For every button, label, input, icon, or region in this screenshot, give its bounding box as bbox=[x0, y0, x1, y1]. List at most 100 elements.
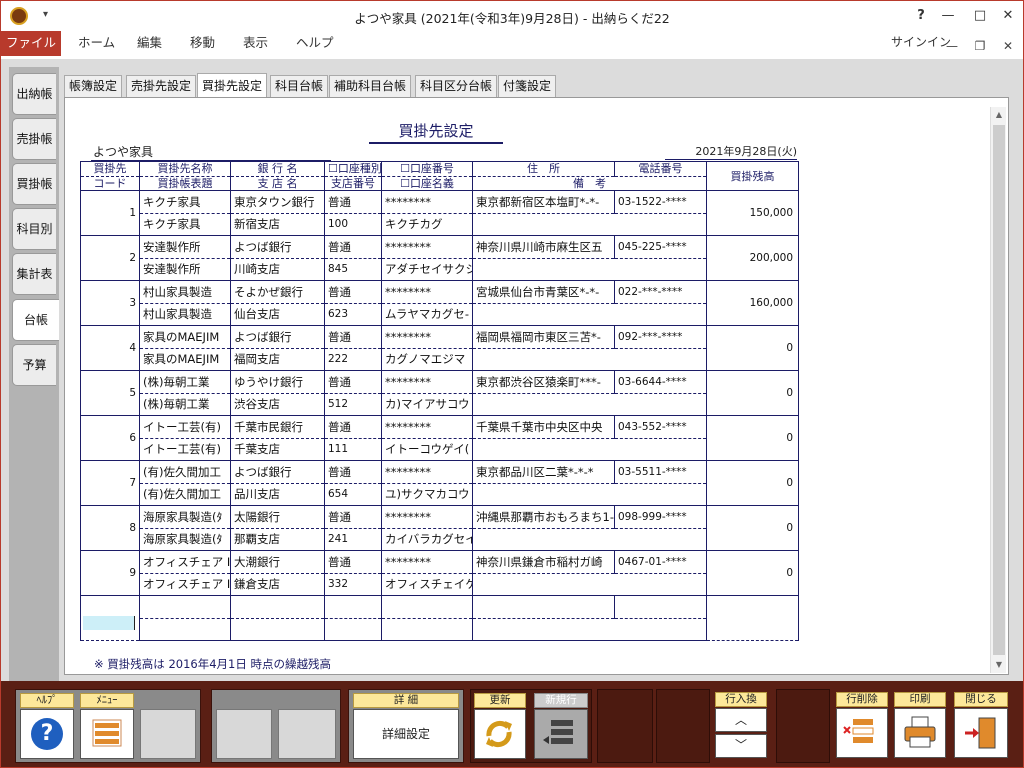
cell-bank[interactable]: 大潮銀行 bbox=[230, 550, 325, 574]
cell-name[interactable]: 安達製作所 bbox=[139, 235, 231, 259]
cell-account-number[interactable]: ******** bbox=[381, 325, 473, 349]
doc-restore-button[interactable]: ❐ bbox=[969, 37, 991, 55]
cell-account-number[interactable]: ******** bbox=[381, 505, 473, 529]
cell-branch-number[interactable]: 222 bbox=[324, 348, 382, 371]
cell-account-holder[interactable]: ユ)サクマカコウ bbox=[381, 483, 473, 506]
doc-close-button[interactable]: ✕ bbox=[997, 37, 1019, 55]
cell-account-holder[interactable]: キクチカグ bbox=[381, 213, 473, 236]
cell-tel[interactable]: 098-999-**** bbox=[614, 505, 707, 529]
cell-balance[interactable]: 0 bbox=[706, 370, 799, 416]
cell-branch-number[interactable]: 332 bbox=[324, 573, 382, 596]
cell-note[interactable] bbox=[472, 348, 707, 371]
cell-branch[interactable]: 福岡支店 bbox=[230, 348, 325, 371]
empty-cell[interactable] bbox=[381, 618, 473, 641]
cell-address[interactable]: 神奈川県川崎市麻生区五 bbox=[472, 235, 615, 259]
cell-balance[interactable]: 0 bbox=[706, 415, 799, 461]
cell-tel[interactable]: 0467-01-**** bbox=[614, 550, 707, 574]
cell-account-holder[interactable]: オフィスチェイケ bbox=[381, 573, 473, 596]
new-row-button[interactable] bbox=[534, 709, 588, 759]
cell-title[interactable]: 村山家具製造 bbox=[139, 303, 231, 326]
cell-code[interactable]: 6 bbox=[80, 415, 140, 461]
cell-title[interactable]: イトー工芸(有) bbox=[139, 438, 231, 461]
cell-note[interactable] bbox=[472, 303, 707, 326]
empty-cell[interactable] bbox=[230, 595, 325, 619]
cell-account-holder[interactable]: カイバラカグセイ bbox=[381, 528, 473, 551]
cell-title[interactable]: (株)毎朝工業 bbox=[139, 393, 231, 416]
cell-bank[interactable]: 太陽銀行 bbox=[230, 505, 325, 529]
cell-branch-number[interactable]: 623 bbox=[324, 303, 382, 326]
cell-account-type[interactable]: 普通 bbox=[324, 190, 382, 214]
cell-address[interactable]: 神奈川県鎌倉市稲村ガ崎 bbox=[472, 550, 615, 574]
cell-name[interactable]: オフィスチェア II bbox=[139, 550, 231, 574]
cell-code[interactable]: 3 bbox=[80, 280, 140, 326]
cell-tel[interactable]: 045-225-**** bbox=[614, 235, 707, 259]
cell-tel[interactable]: 022-***-**** bbox=[614, 280, 707, 304]
cell-bank[interactable]: よつば銀行 bbox=[230, 235, 325, 259]
tab-sub-account-ledger[interactable]: 補助科目台帳 bbox=[329, 75, 412, 97]
detail-settings-button[interactable]: 詳細設定 bbox=[353, 709, 459, 759]
tab-receivable-settings[interactable]: 売掛先設定 bbox=[126, 75, 197, 97]
maximize-button[interactable]: □ bbox=[965, 5, 995, 27]
cell-name[interactable]: (有)佐久間加工 bbox=[139, 460, 231, 484]
cell-address[interactable]: 東京都新宿区本塩町*-*- bbox=[472, 190, 615, 214]
cell-code[interactable]: 5 bbox=[80, 370, 140, 416]
cell-branch-number[interactable]: 654 bbox=[324, 483, 382, 506]
update-button[interactable] bbox=[474, 709, 526, 759]
help-button[interactable]: ? bbox=[906, 5, 936, 27]
tab-move[interactable]: 移動 bbox=[190, 31, 215, 56]
cell-note[interactable] bbox=[472, 258, 707, 281]
doc-minimize-button[interactable]: — bbox=[941, 37, 963, 55]
cell-branch[interactable]: 渋谷支店 bbox=[230, 393, 325, 416]
cell-note[interactable] bbox=[472, 393, 707, 416]
cell-bank[interactable]: 千葉市民銀行 bbox=[230, 415, 325, 439]
cell-balance[interactable]: 0 bbox=[706, 460, 799, 506]
cell-address[interactable]: 千葉県千葉市中央区中央 bbox=[472, 415, 615, 439]
cell-code[interactable]: 1 bbox=[80, 190, 140, 236]
cell-account-type[interactable]: 普通 bbox=[324, 280, 382, 304]
cell-address[interactable]: 東京都渋谷区猿楽町***- bbox=[472, 370, 615, 394]
cell-code[interactable]: 7 bbox=[80, 460, 140, 506]
cell-account-holder[interactable]: アダチセイサクシ bbox=[381, 258, 473, 281]
cell-account-number[interactable]: ******** bbox=[381, 415, 473, 439]
tab-home[interactable]: ホーム bbox=[78, 31, 115, 56]
scroll-down-icon[interactable]: ▼ bbox=[991, 657, 1007, 673]
cell-name[interactable]: キクチ家具 bbox=[139, 190, 231, 214]
cell-title[interactable]: (有)佐久間加工 bbox=[139, 483, 231, 506]
menu-footer-button[interactable] bbox=[80, 709, 134, 759]
row-up-button[interactable]: ︿ bbox=[715, 708, 767, 732]
cell-branch[interactable]: 仙台支店 bbox=[230, 303, 325, 326]
cell-title[interactable]: オフィスチェア II bbox=[139, 573, 231, 596]
cell-branch-number[interactable]: 111 bbox=[324, 438, 382, 461]
cell-title[interactable]: 海原家具製造(ﾀ bbox=[139, 528, 231, 551]
cell-balance[interactable]: 0 bbox=[706, 325, 799, 371]
vertical-scrollbar[interactable]: ▲ ▼ bbox=[990, 107, 1006, 673]
empty-cell[interactable] bbox=[472, 618, 707, 641]
new-code-input[interactable] bbox=[80, 595, 140, 641]
cell-note[interactable] bbox=[472, 438, 707, 461]
cell-note[interactable] bbox=[472, 528, 707, 551]
cell-name[interactable]: 村山家具製造 bbox=[139, 280, 231, 304]
cell-branch[interactable]: 鎌倉支店 bbox=[230, 573, 325, 596]
cell-branch-number[interactable]: 512 bbox=[324, 393, 382, 416]
tab-account-ledger[interactable]: 科目台帳 bbox=[270, 75, 329, 97]
cell-account-type[interactable]: 普通 bbox=[324, 235, 382, 259]
cell-name[interactable]: イトー工芸(有) bbox=[139, 415, 231, 439]
cell-account-number[interactable]: ******** bbox=[381, 460, 473, 484]
close-button[interactable]: ✕ bbox=[993, 5, 1023, 27]
cell-account-holder[interactable]: カグノマエジマ bbox=[381, 348, 473, 371]
cell-name[interactable]: 海原家具製造(ﾀ bbox=[139, 505, 231, 529]
cell-branch[interactable]: 川崎支店 bbox=[230, 258, 325, 281]
cell-branch-number[interactable]: 845 bbox=[324, 258, 382, 281]
cell-tel[interactable]: 03-6644-**** bbox=[614, 370, 707, 394]
empty-cell[interactable] bbox=[139, 595, 231, 619]
cell-account-holder[interactable]: カ)マイアサコウ bbox=[381, 393, 473, 416]
cell-tel[interactable]: 03-1522-**** bbox=[614, 190, 707, 214]
cell-title[interactable]: キクチ家具 bbox=[139, 213, 231, 236]
cell-address[interactable]: 宮城県仙台市青葉区*-*- bbox=[472, 280, 615, 304]
cell-balance[interactable]: 200,000 bbox=[706, 235, 799, 281]
cell-name[interactable]: (株)毎朝工業 bbox=[139, 370, 231, 394]
cell-account-holder[interactable]: イトーコウゲイ( bbox=[381, 438, 473, 461]
sidebar-item-budget[interactable]: 予算 bbox=[12, 344, 56, 386]
row-delete-button[interactable] bbox=[836, 708, 888, 758]
cell-account-number[interactable]: ******** bbox=[381, 550, 473, 574]
